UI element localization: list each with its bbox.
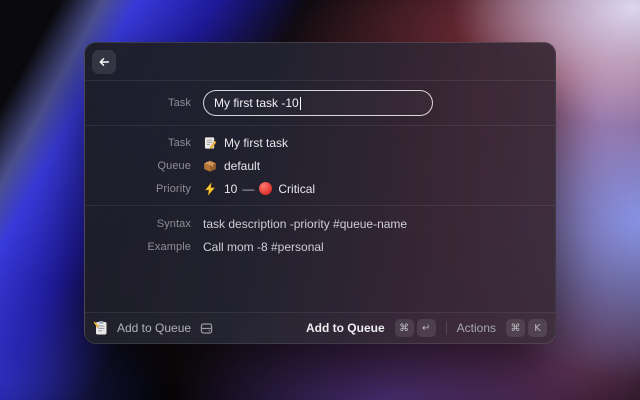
primary-action-label: Add to Queue <box>306 321 385 335</box>
task-field-label: Task <box>85 97 191 109</box>
cmd-keycap: ⌘ <box>506 319 525 337</box>
actions-label: Actions <box>457 321 496 335</box>
action-bar: Add to Queue Add to Queue ⌘ ↵ Actions ⌘ … <box>85 313 555 343</box>
window-header <box>85 43 555 80</box>
actions-menu-button[interactable]: Actions ⌘ K <box>457 319 547 337</box>
queue-row-label: Queue <box>85 160 191 172</box>
syntax-row-label: Syntax <box>85 218 191 230</box>
task-preview-row: Task My first task <box>85 131 555 154</box>
memo-icon <box>203 136 217 150</box>
command-name: Add to Queue <box>117 321 191 335</box>
priority-row-label: Priority <box>85 183 191 195</box>
red-circle-icon <box>259 182 272 195</box>
parsed-task-preview: Task My first task Queue <box>85 126 555 205</box>
cmd-keycap: ⌘ <box>395 319 414 337</box>
priority-separator: — <box>242 182 254 196</box>
text-caret <box>300 97 302 110</box>
syntax-value: task description -priority #queue-name <box>203 217 407 231</box>
footer-actions: Add to Queue ⌘ ↵ Actions ⌘ K <box>306 319 547 337</box>
example-row: Example Call mom -8 #personal <box>85 235 555 258</box>
task-row-label: Task <box>85 137 191 149</box>
queue-preview-value: default <box>224 159 260 173</box>
example-row-label: Example <box>85 241 191 253</box>
k-keycap: K <box>528 319 547 337</box>
package-icon <box>203 159 217 173</box>
empty-space <box>85 264 555 312</box>
back-button[interactable] <box>92 50 116 74</box>
syntax-help-section: Syntax task description -priority #queue… <box>85 206 555 264</box>
task-input-value: My first task -10 <box>214 96 299 110</box>
primary-action-button[interactable]: Add to Queue ⌘ ↵ <box>306 319 436 337</box>
task-preview-value: My first task <box>224 136 288 150</box>
clipboard-note-icon <box>93 320 109 336</box>
footer-separator <box>446 321 447 335</box>
return-keycap: ↵ <box>417 319 436 337</box>
priority-level: Critical <box>278 182 315 196</box>
command-info: Add to Queue <box>93 320 214 336</box>
syntax-row: Syntax task description -priority #queue… <box>85 212 555 235</box>
example-value: Call mom -8 #personal <box>203 240 324 254</box>
queue-preview-row: Queue default <box>85 154 555 177</box>
priority-number: 10 <box>224 182 237 196</box>
arrow-left-icon <box>97 55 111 69</box>
task-input-section: Task My first task -10 <box>85 81 555 125</box>
hard-drive-icon <box>199 321 214 336</box>
task-input[interactable]: My first task -10 <box>203 90 433 116</box>
raycast-command-window: Task My first task -10 Task <box>84 42 556 344</box>
priority-preview-row: Priority 10 — Critical <box>85 177 555 200</box>
lightning-bolt-icon <box>203 182 217 196</box>
